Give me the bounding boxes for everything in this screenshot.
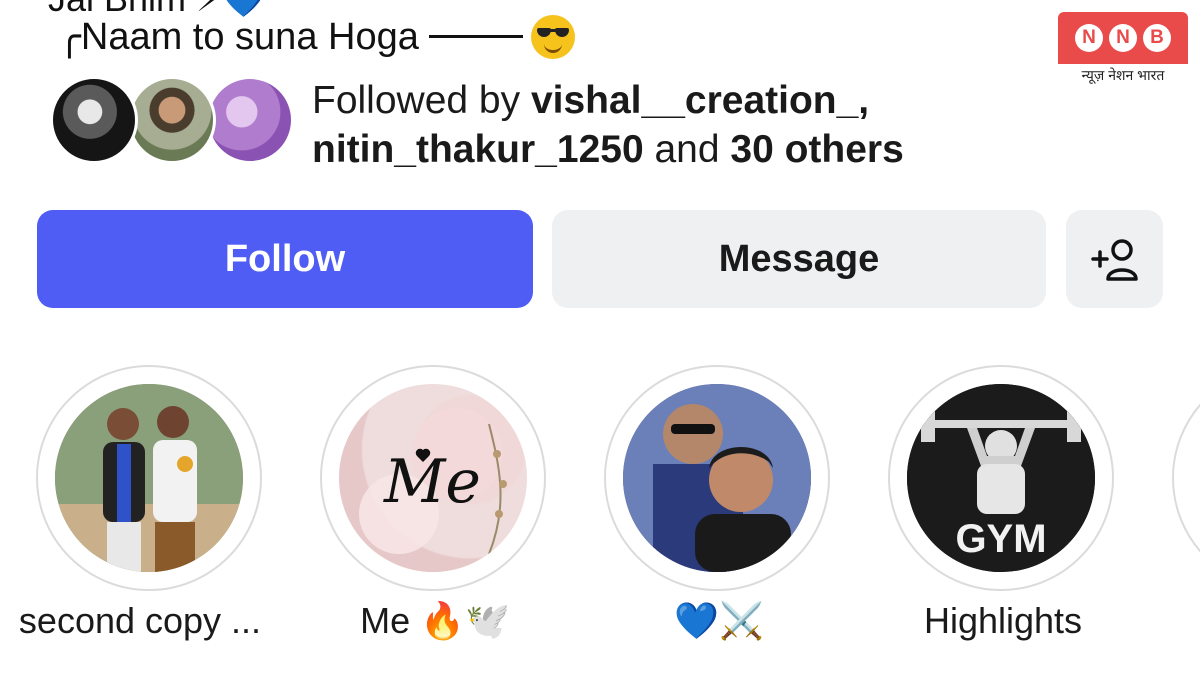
highlight-cover-image <box>55 384 243 572</box>
follower-link-1[interactable]: vishal__creation_, <box>531 79 869 122</box>
logo-letter-2: N <box>1109 24 1137 52</box>
two-people-image <box>55 384 243 572</box>
follower-avatar-2[interactable] <box>128 76 216 164</box>
highlight-label-1[interactable]: second copy ... <box>14 600 266 642</box>
highlight-item-2[interactable]: Me <box>320 365 550 595</box>
logo-letter-1: N <box>1075 24 1103 52</box>
highlight-ring: Me <box>320 365 546 591</box>
highlight-label-3[interactable]: 💙⚔️ <box>604 600 834 642</box>
logo-subtitle: न्यूज़ नेशन भारत <box>1081 67 1165 83</box>
follow-button[interactable]: Follow <box>37 210 533 308</box>
highlight-ring <box>1172 365 1200 591</box>
bio-text: ╭Naam to suna Hoga <box>58 16 419 58</box>
me-cover-image: Me <box>359 408 507 555</box>
portrait-image <box>623 384 811 572</box>
add-user-button[interactable] <box>1066 210 1163 308</box>
highlight-item-4[interactable]: GYM <box>888 365 1118 595</box>
highlight-cover-image <box>623 384 811 572</box>
gym-cover-image: GYM <box>907 384 1095 572</box>
message-button[interactable]: Message <box>552 210 1046 308</box>
logo-badge: N N B <box>1058 12 1188 64</box>
followed-by-text[interactable]: Followed by vishal__creation_, nitin_tha… <box>312 76 904 174</box>
message-label: Message <box>718 237 880 280</box>
bio-line: ╭Naam to suna Hoga <box>58 14 575 59</box>
dash-line <box>428 35 523 38</box>
highlight-cover-image: Me <box>339 384 527 572</box>
highlight-item-5-partial[interactable] <box>1172 365 1200 595</box>
logo-letter-3: B <box>1143 24 1171 52</box>
followed-and: and <box>643 128 731 171</box>
me-cover-text: Me <box>383 447 481 517</box>
followed-prefix: Followed by <box>312 79 531 122</box>
highlight-item-3[interactable] <box>604 365 834 595</box>
gym-cover-text: GYM <box>955 517 1046 561</box>
highlight-ring <box>36 365 262 591</box>
highlight-ring: GYM <box>888 365 1114 591</box>
follow-label: Follow <box>224 237 346 280</box>
followed-others-link[interactable]: 30 others <box>730 128 903 171</box>
follower-avatars[interactable] <box>50 76 294 168</box>
highlight-item-1[interactable] <box>36 365 266 595</box>
nnb-watermark-logo: N N B न्यूज़ नेशन भारत <box>1058 12 1188 88</box>
follower-link-2[interactable]: nitin_thakur_1250 <box>312 128 644 171</box>
add-person-icon <box>1090 239 1138 281</box>
highlight-ring <box>604 365 830 591</box>
follower-avatar-3[interactable] <box>206 76 294 164</box>
sunglasses-emoji-icon <box>530 14 575 59</box>
highlight-label-2[interactable]: Me 🔥🕊️ <box>320 600 550 642</box>
highlight-cover-image: GYM <box>907 384 1095 572</box>
highlight-label-4[interactable]: Highlights <box>888 600 1118 642</box>
follower-avatar-1[interactable] <box>50 76 138 164</box>
